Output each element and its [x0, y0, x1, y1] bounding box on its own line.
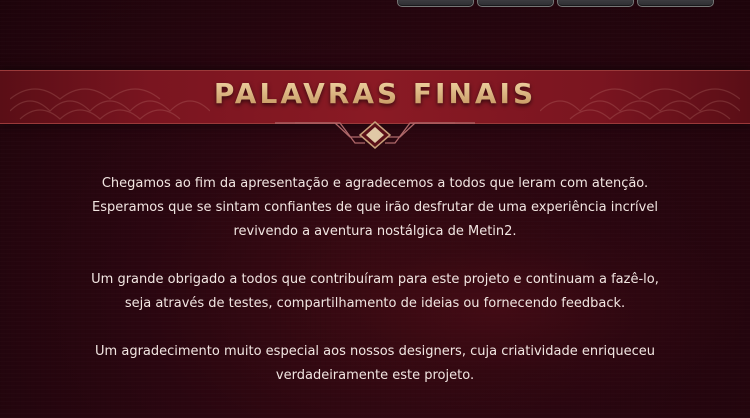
- text-line: Chegamos ao fim da apresentação e agrade…: [101, 176, 649, 191]
- text-line: revivendo a aventura nostálgica de Metin…: [233, 224, 517, 239]
- top-tab-bar: [397, 0, 714, 7]
- text-line: Esperamos que se sintam confiantes de qu…: [92, 200, 658, 215]
- closing-message: Chegamos ao fim da apresentação e agrade…: [60, 172, 690, 412]
- top-tab-4[interactable]: [637, 0, 714, 7]
- top-tab-1[interactable]: [397, 0, 474, 7]
- title-banner: PALAVRAS FINAIS: [0, 70, 750, 124]
- text-line: Um agradecimento muito especial aos noss…: [95, 344, 655, 359]
- paragraph-contributors: Um grande obrigado a todos que contribuí…: [60, 268, 690, 316]
- top-tab-3[interactable]: [557, 0, 634, 7]
- paragraph-designers: Um agradecimento muito especial aos noss…: [60, 340, 690, 388]
- top-tab-2[interactable]: [477, 0, 554, 7]
- text-line: Um grande obrigado a todos que contribuí…: [91, 272, 659, 287]
- paragraph-thanks: Chegamos ao fim da apresentação e agrade…: [60, 172, 690, 244]
- text-line: verdadeiramente este projeto.: [275, 368, 475, 383]
- diamond-ornament-icon: [275, 121, 475, 149]
- page-title: PALAVRAS FINAIS: [0, 77, 750, 110]
- text-line: seja através de testes, compartilhamento…: [124, 296, 626, 311]
